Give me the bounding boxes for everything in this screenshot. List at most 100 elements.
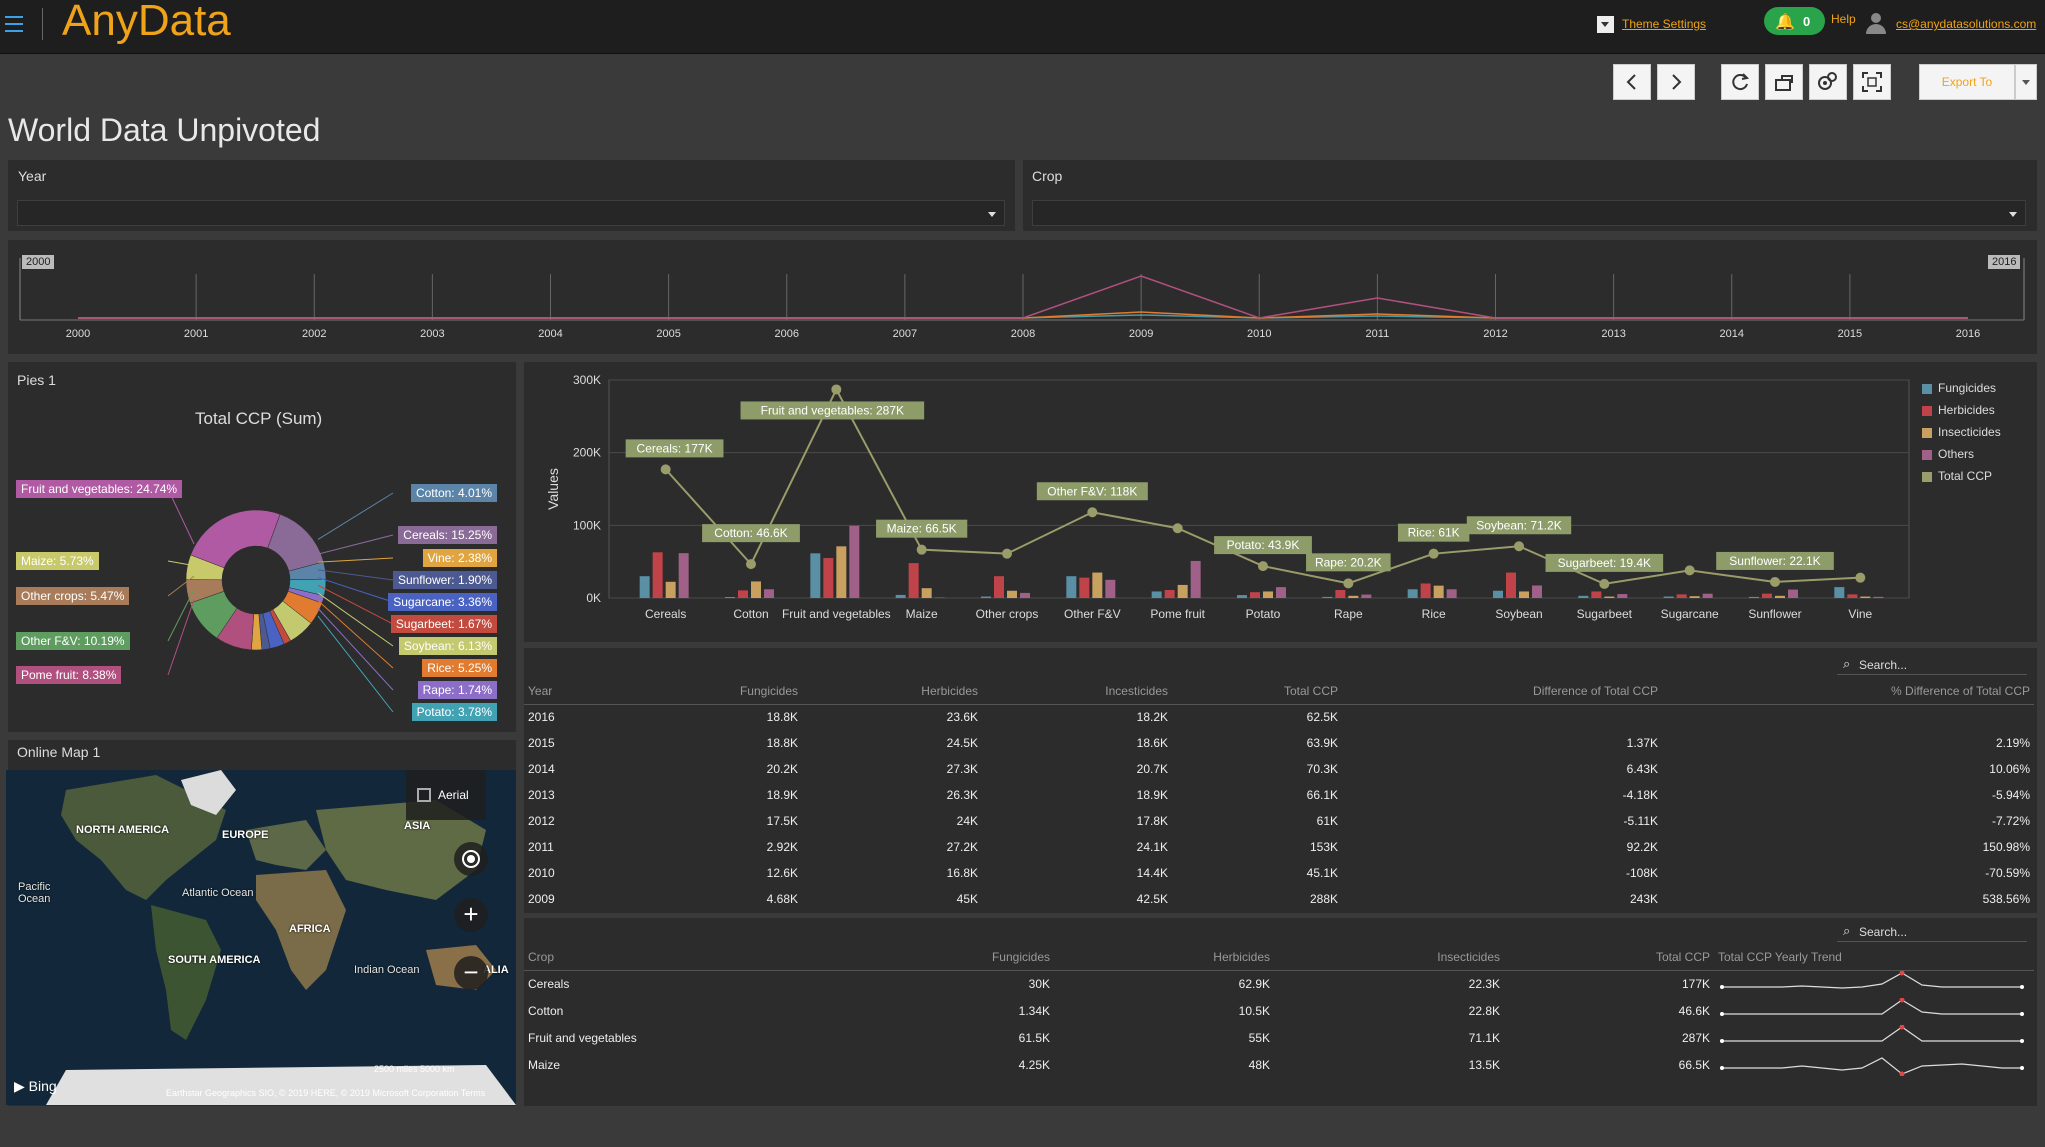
table-row[interactable]: Cotton 1.34K 10.5K 22.8K 46.6K <box>524 997 2034 1025</box>
menu-icon[interactable] <box>5 16 23 37</box>
bar[interactable] <box>1177 584 1188 598</box>
bar[interactable] <box>1446 589 1457 598</box>
crop-table-search[interactable]: ⌕ Search... <box>1837 920 2027 942</box>
table-row[interactable]: 2014 20.2K 27.3K 20.7K 70.3K 6.43K 10.06% <box>524 756 2034 782</box>
bar[interactable] <box>1151 591 1162 598</box>
bar[interactable] <box>1676 594 1687 598</box>
table-row[interactable]: Fruit and vegetables 61.5K 55K 71.1K 287K <box>524 1024 2034 1052</box>
column-header[interactable]: Year <box>524 678 654 705</box>
column-header[interactable]: Fungicides <box>764 944 1054 971</box>
bar[interactable] <box>1092 572 1103 598</box>
column-header[interactable]: Insecticides <box>1274 944 1504 971</box>
column-header[interactable]: Crop <box>524 944 764 971</box>
bar[interactable] <box>1322 596 1333 598</box>
bar[interactable] <box>652 552 663 598</box>
bar[interactable] <box>1702 593 1713 598</box>
line-point[interactable] <box>831 384 842 395</box>
bar[interactable] <box>934 597 945 598</box>
bar[interactable] <box>738 590 748 598</box>
bar[interactable] <box>1834 587 1845 598</box>
table-row[interactable]: 2016 18.8K 23.6K 18.2K 62.5K <box>524 704 2034 730</box>
map-type-toggle[interactable]: Aerial <box>406 770 486 820</box>
bar[interactable] <box>1873 596 1884 598</box>
bar[interactable] <box>1250 592 1260 598</box>
line-point[interactable] <box>1599 578 1610 589</box>
bar[interactable] <box>665 581 676 598</box>
bar[interactable] <box>1762 593 1772 598</box>
user-email-link[interactable]: cs@anydatasolutions.com <box>1896 17 2036 31</box>
line-point[interactable] <box>1770 576 1780 587</box>
bar[interactable] <box>1420 583 1431 598</box>
bar[interactable] <box>823 558 834 598</box>
legend-item[interactable]: Others <box>1938 447 1974 461</box>
bar[interactable] <box>1663 596 1674 598</box>
bar[interactable] <box>1335 590 1346 598</box>
line-point[interactable] <box>1428 548 1439 559</box>
bar[interactable] <box>1348 595 1359 598</box>
export-dropdown-toggle[interactable] <box>2015 64 2037 100</box>
notifications-button[interactable]: 🔔 0 <box>1764 7 1825 35</box>
bar[interactable] <box>921 588 932 598</box>
bar[interactable] <box>764 589 774 598</box>
line-point[interactable] <box>1514 541 1524 552</box>
share-button[interactable] <box>1765 64 1803 100</box>
column-header[interactable]: Difference of Total CCP <box>1342 678 1662 705</box>
table-row[interactable]: 2015 18.8K 24.5K 18.6K 63.9K 1.37K 2.19% <box>524 730 2034 756</box>
bar[interactable] <box>981 596 991 598</box>
legend-item[interactable]: Total CCP <box>1938 469 1992 483</box>
bar[interactable] <box>908 563 919 598</box>
bar[interactable] <box>639 576 650 598</box>
timeline-start-flag[interactable]: 2000 <box>22 255 55 269</box>
bar[interactable] <box>1164 590 1175 598</box>
table-row[interactable]: Maize 4.25K 48K 13.5K 66.5K <box>524 1052 2034 1079</box>
next-button[interactable] <box>1657 64 1695 100</box>
user-icon[interactable] <box>1866 13 1886 35</box>
timeline-end-flag[interactable]: 2016 <box>1988 255 2021 269</box>
bar[interactable] <box>1604 596 1615 598</box>
line-point[interactable] <box>1684 565 1695 576</box>
line-point[interactable] <box>1855 572 1866 583</box>
bar[interactable] <box>1617 594 1628 598</box>
bar[interactable] <box>895 594 906 598</box>
column-header[interactable]: Total CCP Yearly Trend <box>1714 944 2034 971</box>
bar[interactable] <box>1788 589 1798 598</box>
bar[interactable] <box>810 553 821 598</box>
bar[interactable] <box>1860 596 1871 598</box>
table-row[interactable]: Cereals 30K 62.9K 22.3K 177K <box>524 970 2034 998</box>
bar[interactable] <box>678 553 689 598</box>
bar[interactable] <box>1519 591 1529 598</box>
line-point[interactable] <box>660 464 671 475</box>
bar[interactable] <box>1079 577 1090 598</box>
map-zoom-in-button[interactable]: + <box>454 898 488 932</box>
bar[interactable] <box>1578 595 1589 598</box>
bar[interactable] <box>751 581 761 598</box>
bar[interactable] <box>1020 592 1030 598</box>
line-point[interactable] <box>1002 548 1012 559</box>
bar[interactable] <box>1407 589 1418 598</box>
legend-item[interactable]: Insecticides <box>1938 425 2001 439</box>
column-header[interactable]: Total CCP <box>1172 678 1342 705</box>
line-point[interactable] <box>1087 507 1098 518</box>
bar[interactable] <box>1361 594 1372 598</box>
bar[interactable] <box>1433 585 1444 598</box>
map-zoom-out-button[interactable]: − <box>454 956 488 990</box>
year-select[interactable] <box>17 200 1005 226</box>
fullscreen-button[interactable] <box>1853 64 1891 100</box>
column-header[interactable]: % Difference of Total CCP <box>1662 678 2034 705</box>
timeline-chart[interactable]: 2000 2001 2002 2003 2004 2005 2006 2007 2008 2009… <box>8 240 2037 354</box>
bar-chart[interactable]: 0K 100K 200K 300K Values Cereals Cotton Fruit a… <box>524 362 2037 642</box>
map-locate-button[interactable] <box>454 842 488 876</box>
bar[interactable] <box>1493 590 1503 598</box>
bar[interactable] <box>836 546 847 598</box>
theme-settings-link[interactable]: Theme Settings <box>1622 17 1706 31</box>
bar[interactable] <box>1105 579 1116 598</box>
theme-dropdown-icon[interactable] <box>1597 16 1614 33</box>
bar[interactable] <box>1276 587 1286 598</box>
table-row[interactable]: 2009 4.68K 45K 42.5K 288K 243K 538.56% <box>524 886 2034 912</box>
column-header[interactable]: Incesticides <box>982 678 1172 705</box>
column-header[interactable]: Herbicides <box>1054 944 1274 971</box>
export-button[interactable]: Export To <box>1919 64 2015 100</box>
bar[interactable] <box>994 576 1004 598</box>
table-row[interactable]: 2012 17.5K 24K 17.8K 61K -5.11K -7.72% <box>524 808 2034 834</box>
line-point[interactable] <box>916 544 927 555</box>
